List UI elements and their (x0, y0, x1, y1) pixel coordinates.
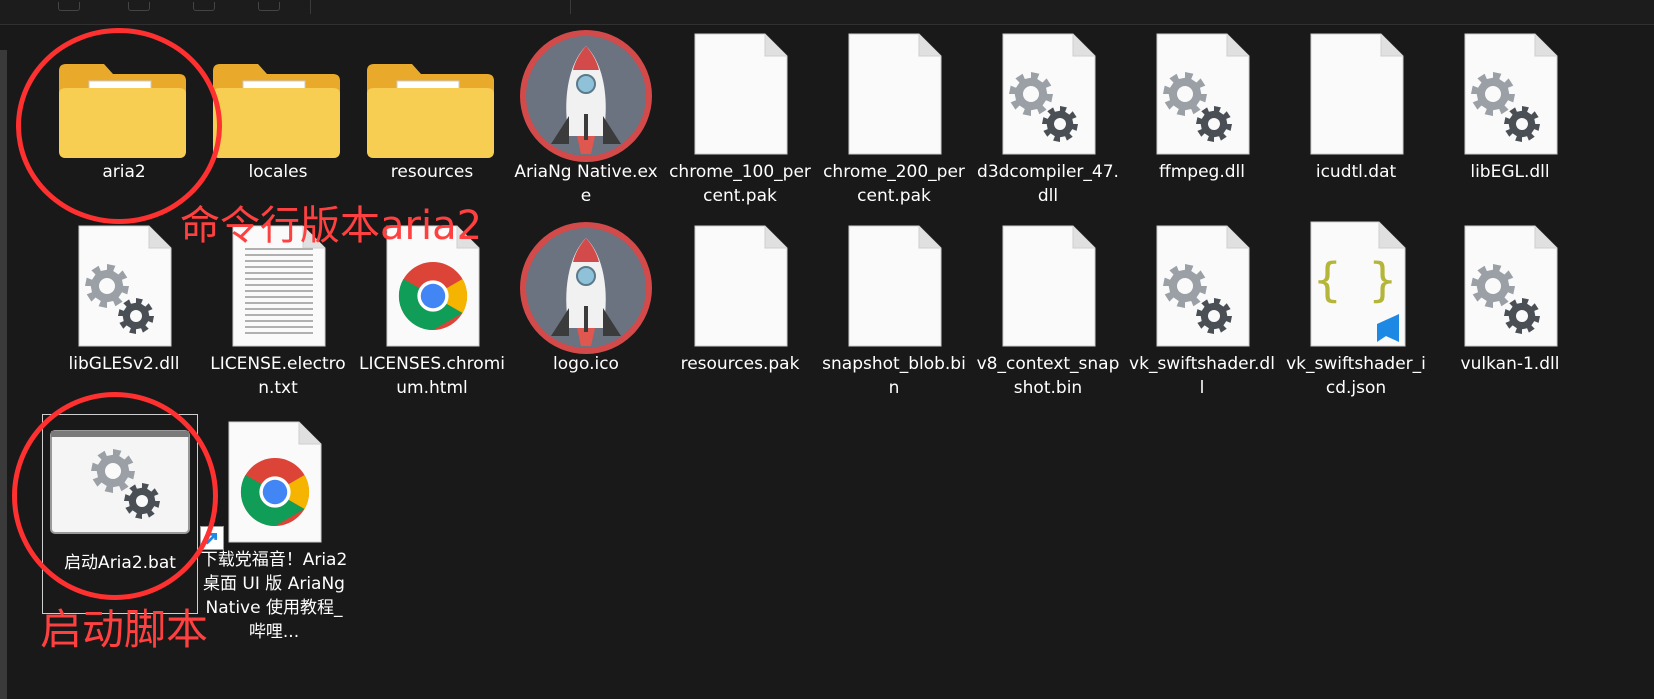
file-item[interactable]: aria2 (46, 26, 202, 226)
json-file-icon: { } (1281, 218, 1431, 368)
batch-file-icon (45, 409, 195, 559)
file-grid: aria2 locales resources AriaNg Native.exe ch… (0, 0, 1654, 699)
file-item[interactable]: chrome_100_percent.pak (662, 26, 818, 226)
blank-file-icon (1281, 26, 1431, 176)
file-name: locales (248, 162, 308, 182)
file-name: vk_swiftshader_icd.json (1286, 354, 1426, 398)
blank-file-icon (665, 218, 815, 368)
file-item[interactable]: chrome_200_percent.pak (816, 26, 972, 226)
folder-icon (49, 26, 199, 176)
file-item[interactable]: icudtl.dat (1278, 26, 1434, 226)
file-item[interactable]: AriaNg Native.exe (508, 26, 664, 226)
file-name: 下载党福音！Aria2 桌面 UI 版 AriaNg Native 使用教程_哔… (200, 550, 348, 642)
rocket-icon (511, 26, 661, 176)
file-item[interactable]: ffmpeg.dll (1124, 26, 1280, 226)
file-name: icudtl.dat (1315, 162, 1397, 182)
file-name: logo.ico (553, 354, 619, 374)
file-name: aria2 (102, 162, 146, 182)
rocket-icon (511, 218, 661, 368)
file-item[interactable]: logo.ico (508, 218, 664, 418)
folder-icon (357, 26, 507, 176)
file-name: resources (390, 162, 474, 182)
folder-icon (203, 26, 353, 176)
file-name: chrome_100_percent.pak (669, 162, 811, 206)
file-name: libEGL.dll (1470, 162, 1550, 182)
file-item[interactable]: v8_context_snapshot.bin (970, 218, 1126, 418)
file-item[interactable]: 下载党福音！Aria2 桌面 UI 版 AriaNg Native 使用教程_哔… (196, 414, 352, 642)
file-item[interactable]: vk_swiftshader.dll (1124, 218, 1280, 418)
shortcut-arrow-icon (200, 526, 224, 550)
file-name: resources.pak (680, 354, 800, 374)
file-name: LICENSE.electron.txt (210, 354, 346, 398)
file-item[interactable]: d3dcompiler_47.dll (970, 26, 1126, 226)
file-item[interactable]: resources.pak (662, 218, 818, 418)
file-item[interactable]: snapshot_blob.bin (816, 218, 972, 418)
file-item[interactable]: libGLESv2.dll (46, 218, 202, 418)
file-name: chrome_200_percent.pak (823, 162, 965, 206)
file-name: AriaNg Native.exe (514, 162, 658, 206)
file-item[interactable]: vulkan-1.dll (1432, 218, 1588, 418)
blank-file-icon (819, 26, 969, 176)
annotation-cli-label: 命令行版本aria2 (180, 203, 483, 249)
gear-file-icon (1435, 26, 1585, 176)
svg-text:{ }: { } (1313, 253, 1396, 307)
blank-file-icon (973, 218, 1123, 368)
annotation-script-label: 启动脚本 (40, 605, 209, 654)
file-name: LICENSES.chromium.html (359, 354, 505, 398)
file-name: snapshot_blob.bin (822, 354, 966, 398)
blank-file-icon (665, 26, 815, 176)
gear-file-icon (1127, 26, 1277, 176)
gear-file-icon (973, 26, 1123, 176)
file-item[interactable]: { } vk_swiftshader_icd.json (1278, 218, 1434, 418)
file-item[interactable]: 启动Aria2.bat (42, 414, 198, 614)
gear-file-icon (1127, 218, 1277, 368)
file-name: vk_swiftshader.dll (1129, 354, 1275, 398)
file-name: v8_context_snapshot.bin (976, 354, 1120, 398)
file-item[interactable]: libEGL.dll (1432, 26, 1588, 226)
file-name: 启动Aria2.bat (64, 553, 176, 573)
file-name: vulkan-1.dll (1460, 354, 1560, 374)
blank-file-icon (819, 218, 969, 368)
file-name: ffmpeg.dll (1159, 162, 1245, 182)
gear-file-icon (1435, 218, 1585, 368)
file-name: d3dcompiler_47.dll (977, 162, 1119, 206)
file-name: libGLESv2.dll (68, 354, 180, 374)
gear-file-icon (49, 218, 199, 368)
